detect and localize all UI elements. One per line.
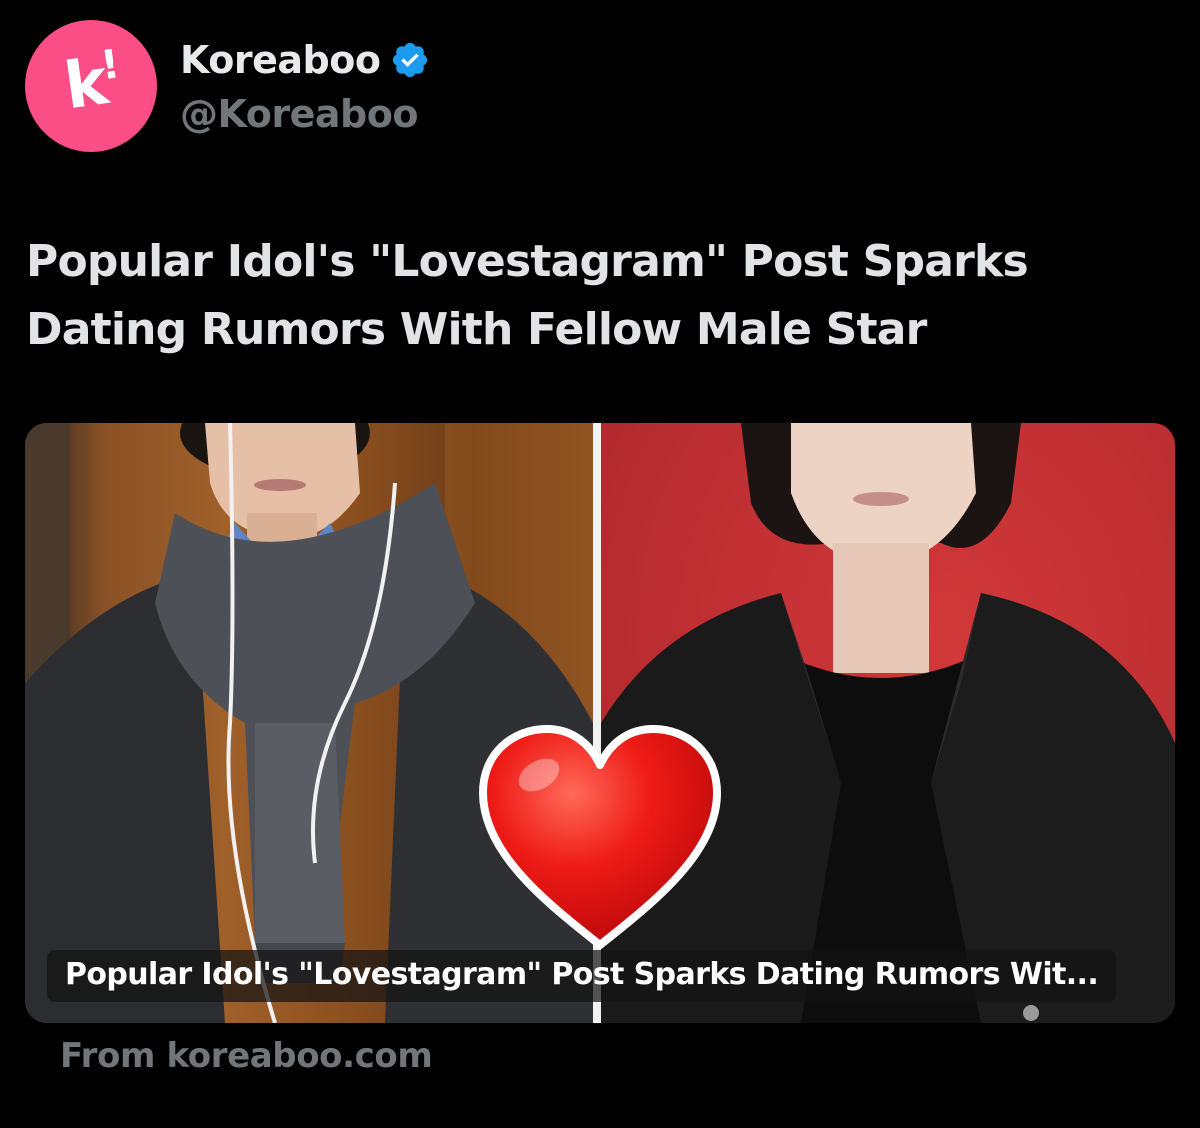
avatar[interactable]: k! [25,20,157,152]
link-card[interactable]: Popular Idol's "Lovestagram" Post Sparks… [25,423,1175,1023]
red-heart-icon [479,725,721,949]
card-source-link[interactable]: From koreaboo.com [60,1036,433,1076]
verified-badge-icon [393,42,428,78]
account-handle[interactable]: @Koreaboo [180,92,418,136]
card-caption[interactable]: Popular Idol's "Lovestagram" Post Sparks… [47,950,1117,1002]
koreaboo-logo-icon: k! [59,41,119,125]
display-name[interactable]: Koreaboo [180,38,381,82]
account-name-row: Koreaboo [180,36,430,84]
tweet-text: Popular Idol's "Lovestagram" Post Sparks… [26,236,1029,355]
